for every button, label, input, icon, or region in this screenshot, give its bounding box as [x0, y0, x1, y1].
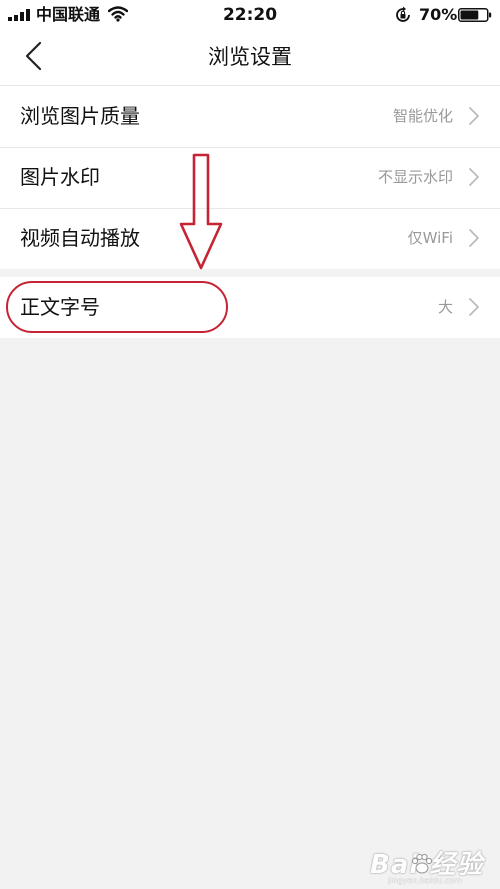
battery-icon — [458, 8, 492, 22]
page-title: 浏览设置 — [208, 45, 292, 69]
chevron-right-icon — [469, 107, 479, 125]
setting-label: 浏览图片质量 — [20, 104, 140, 128]
setting-label: 图片水印 — [20, 165, 100, 189]
chevron-right-icon — [469, 229, 479, 247]
setting-row-image-quality[interactable]: 浏览图片质量 智能优化 — [0, 86, 500, 147]
setting-value: 不显示水印 — [377, 168, 453, 186]
chevron-right-icon — [469, 168, 479, 186]
watermark-url: jingyan.baidu.com — [388, 876, 462, 885]
watermark-logo: Bai 经验 jingyan.baidu.com — [370, 850, 494, 885]
setting-value: 智能优化 — [392, 107, 453, 125]
setting-value: 仅WiFi — [407, 229, 453, 247]
status-bar: 中国联通 22:20 70% — [0, 0, 500, 30]
settings-group-text: 正文字号 大 — [0, 277, 500, 338]
setting-row-image-watermark[interactable]: 图片水印 不显示水印 — [0, 147, 500, 208]
setting-row-font-size[interactable]: 正文字号 大 — [0, 277, 500, 338]
rotation-lock-icon — [396, 6, 410, 22]
navigation-bar: 浏览设置 — [0, 30, 500, 86]
setting-label: 正文字号 — [20, 295, 100, 319]
battery-percent: 70% — [419, 5, 458, 24]
setting-value: 大 — [437, 298, 453, 316]
setting-row-video-autoplay[interactable]: 视频自动播放 仅WiFi — [0, 208, 500, 269]
chevron-right-icon — [469, 298, 479, 316]
setting-label: 视频自动播放 — [20, 226, 140, 250]
paw-icon — [411, 853, 433, 874]
settings-group-display: 浏览图片质量 智能优化 图片水印 不显示水印 视频自动播放 仅WiFi — [0, 86, 500, 269]
